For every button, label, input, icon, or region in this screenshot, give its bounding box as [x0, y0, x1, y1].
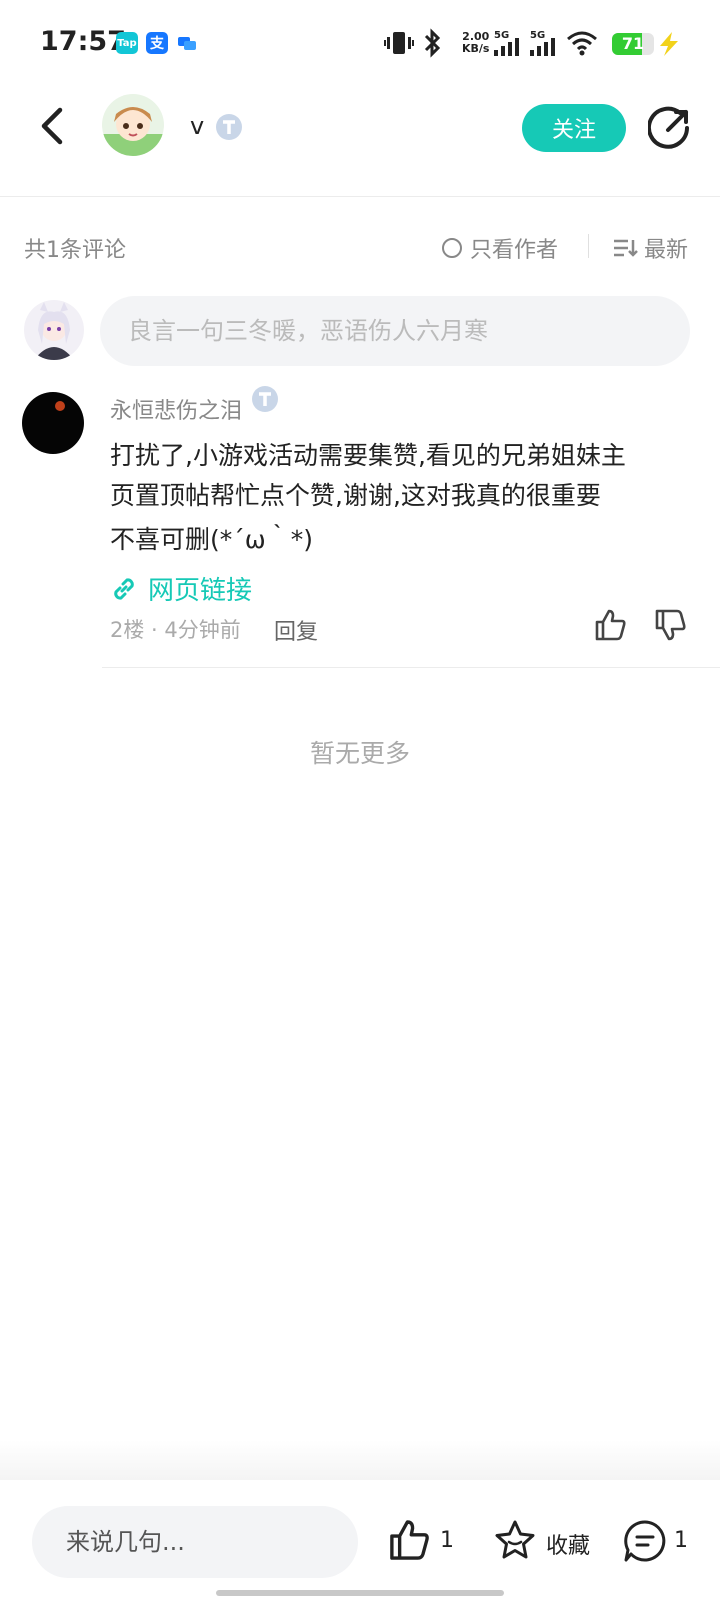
- follow-button[interactable]: 关注: [522, 104, 626, 152]
- taptap-icon: Tap: [116, 32, 138, 54]
- comments-button[interactable]: [622, 1518, 668, 1564]
- bottom-like-button[interactable]: [388, 1518, 432, 1562]
- web-link-label: 网页链接: [148, 576, 253, 606]
- chat-icon: [176, 32, 198, 54]
- sort-label: 最新: [644, 238, 689, 263]
- like-button[interactable]: [594, 608, 628, 642]
- my-avatar[interactable]: [24, 300, 84, 360]
- comment-text-line: 页置顶帖帮忙点个赞,谢谢,这对我真的很重要: [110, 481, 601, 510]
- sort-button[interactable]: 最新: [612, 232, 688, 264]
- share-button[interactable]: [647, 106, 692, 150]
- battery-icon: 71: [612, 33, 654, 55]
- dislike-button[interactable]: [654, 608, 688, 642]
- comment-text-line: 打扰了,小游戏活动需要集赞,看见的兄弟姐妹主: [110, 441, 626, 470]
- commenter-name[interactable]: 永恒悲伤之泪: [110, 393, 242, 425]
- reply-input[interactable]: 良言一句三冬暖，恶语伤人六月寒: [100, 296, 690, 366]
- alipay-icon: 支: [146, 32, 168, 54]
- sort-icon: [614, 239, 638, 257]
- net-speed: 2.00 KB/s: [462, 31, 489, 55]
- level-badge-icon: [252, 386, 278, 412]
- header-divider: [0, 196, 720, 197]
- reply-button[interactable]: 回复: [274, 614, 318, 646]
- web-link[interactable]: 网页链接: [110, 570, 252, 607]
- share-icon: [647, 106, 689, 149]
- thumbs-up-icon: [595, 609, 626, 641]
- comment-count: 共1条评论: [24, 238, 126, 263]
- link-icon: [114, 577, 134, 600]
- comment-text: 打扰了,小游戏活动需要集赞,看见的兄弟姐妹主 页置顶帖帮忙点个赞,谢谢,这对我真…: [110, 436, 700, 516]
- radio-circle-icon: [442, 238, 462, 258]
- comment-bubble-icon: [624, 1520, 666, 1562]
- comment-count-bottom: 1: [674, 1528, 688, 1553]
- author-only-toggle[interactable]: 只看作者: [442, 232, 558, 264]
- comment-meta: 2楼 · 4分钟前: [110, 618, 241, 642]
- author-name[interactable]: v: [190, 112, 204, 140]
- comment-text-line: 不喜可删(*´ω｀*): [110, 525, 313, 554]
- favorite-label: 收藏: [546, 1534, 591, 1559]
- signal-1-icon: [494, 38, 522, 60]
- like-count: 1: [440, 1528, 454, 1553]
- battery-level: 71: [621, 34, 645, 53]
- signal-2-icon: [530, 38, 558, 60]
- star-icon: [495, 1520, 535, 1559]
- chevron-left-icon: [41, 107, 63, 145]
- home-indicator[interactable]: [216, 1590, 504, 1596]
- back-button[interactable]: [30, 100, 78, 152]
- status-time: 17:57: [40, 26, 126, 57]
- commenter-avatar[interactable]: [22, 392, 84, 454]
- author-only-label: 只看作者: [470, 238, 559, 263]
- wifi-icon: [566, 30, 598, 60]
- level-badge-icon: [216, 114, 242, 140]
- charging-icon: [658, 32, 680, 60]
- net-speed-unit: KB/s: [462, 42, 490, 55]
- favorite-button[interactable]: [492, 1518, 538, 1564]
- bottom-bar-shadow: [0, 1440, 720, 1480]
- thumbs-down-icon: [655, 609, 686, 641]
- comment-divider: [102, 667, 720, 668]
- bar-separator: [588, 234, 589, 258]
- author-avatar[interactable]: [102, 94, 164, 156]
- comment-input[interactable]: 来说几句...: [32, 1506, 358, 1578]
- no-more-text: 暂无更多: [309, 739, 410, 768]
- bluetooth-icon: [420, 28, 444, 62]
- vibrate-icon: [384, 30, 414, 60]
- thumbs-up-icon: [390, 1520, 429, 1560]
